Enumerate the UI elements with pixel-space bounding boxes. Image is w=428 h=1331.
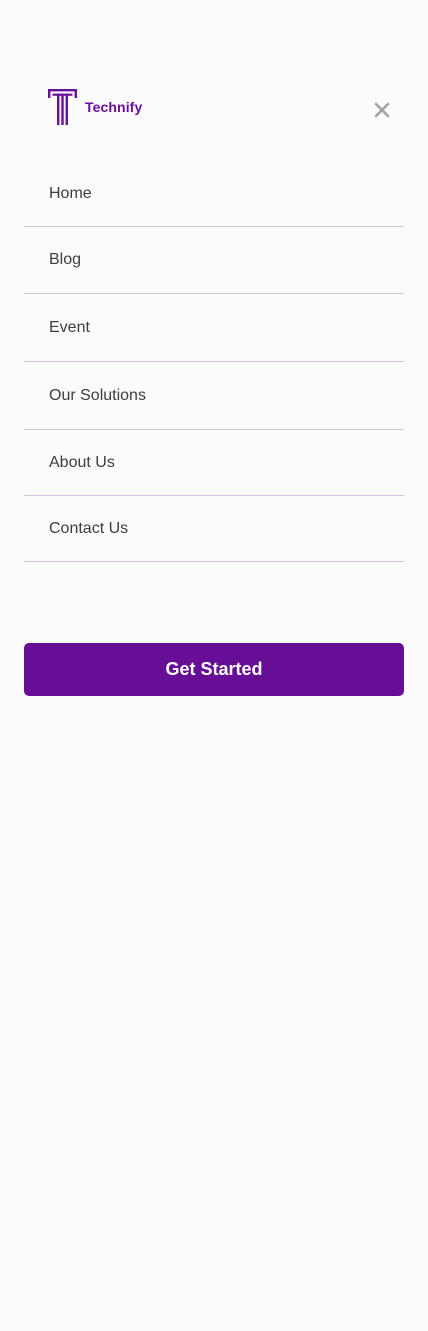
nav-item-about-us[interactable]: About Us [24,430,404,496]
nav-item-label: Blog [49,251,82,268]
nav-item-our-solutions[interactable]: Our Solutions [24,362,404,430]
menu-header: Technify [0,0,428,140]
nav-item-blog[interactable]: Blog [24,227,404,294]
close-icon [374,102,390,118]
close-menu-button[interactable] [371,99,393,121]
get-started-button[interactable]: Get Started [24,643,404,696]
technify-t-logo-icon [48,89,77,125]
brand-logo-link[interactable]: Technify [48,89,142,125]
nav-item-home[interactable]: Home [24,162,404,227]
nav-item-label: Contact Us [49,519,129,537]
nav-item-label: Event [49,318,90,336]
nav-item-event[interactable]: Event [24,294,404,362]
nav-item-label: Our Solutions [49,386,146,404]
nav-item-label: About Us [49,453,115,471]
nav-item-contact-us[interactable]: Contact Us [24,496,404,562]
nav-item-label: Home [49,185,92,202]
mobile-nav-menu: Home Blog Event Our Solutions About Us C… [24,162,404,562]
brand-name: Technify [85,99,143,115]
